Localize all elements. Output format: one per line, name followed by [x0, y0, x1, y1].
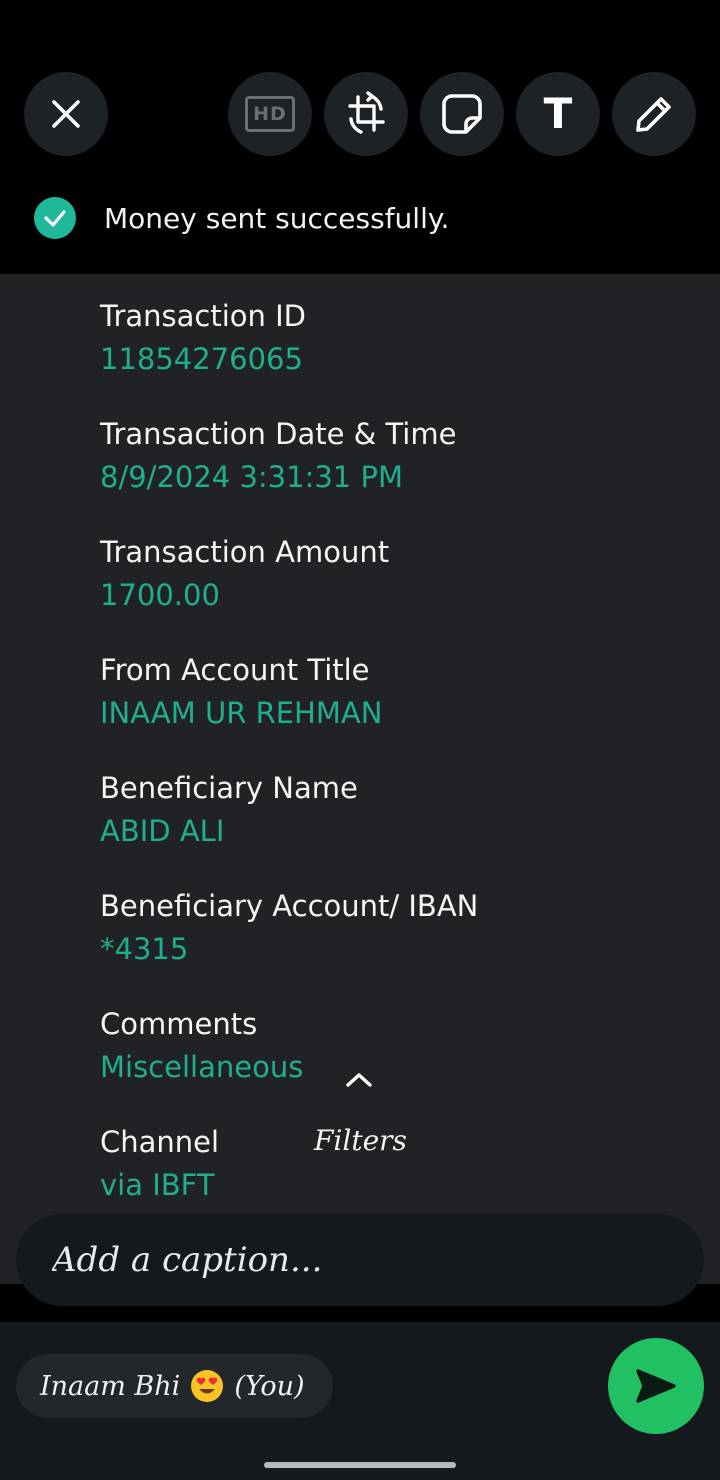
field-from-account-title: From Account Title INAAM UR REHMAN — [100, 650, 382, 733]
media-editor-toolbar: HD T — [0, 72, 720, 156]
field-value: via IBFT — [100, 1168, 215, 1202]
field-label: Beneficiary Account/ IBAN — [100, 889, 479, 923]
draw-button[interactable] — [612, 72, 696, 156]
field-value: 11854276065 — [100, 342, 303, 376]
field-label: Transaction Amount — [100, 535, 390, 569]
sticker-button[interactable] — [420, 72, 504, 156]
field-value: Miscellaneous — [100, 1050, 304, 1084]
hd-quality-button[interactable]: HD — [228, 72, 312, 156]
filters-label[interactable]: Filters — [314, 1124, 407, 1157]
field-transaction-id: Transaction ID 11854276065 — [100, 296, 306, 379]
home-indicator[interactable] — [264, 1462, 456, 1468]
field-transaction-amount: Transaction Amount 1700.00 — [100, 532, 389, 615]
filters-chevron-up-icon[interactable] — [344, 1070, 374, 1094]
crop-rotate-button[interactable] — [324, 72, 408, 156]
success-banner: Money sent successfully. — [34, 196, 449, 240]
field-beneficiary-name: Beneficiary Name ABID ALI — [100, 768, 358, 851]
field-beneficiary-account: Beneficiary Account/ IBAN *4315 — [100, 886, 478, 969]
field-value: ABID ALI — [100, 814, 225, 848]
field-label: Transaction ID — [100, 299, 307, 333]
send-button[interactable] — [608, 1338, 704, 1434]
field-comments: Comments Miscellaneous — [100, 1004, 303, 1087]
text-tool-button[interactable]: T — [516, 72, 600, 156]
text-icon: T — [543, 89, 573, 138]
field-label: Beneficiary Name — [100, 771, 358, 805]
success-message: Money sent successfully. — [104, 201, 450, 235]
send-area: Inaam Bhi (You) — [0, 1322, 720, 1480]
recipient-name: Inaam Bhi — [40, 1370, 181, 1402]
recipient-you-suffix: (You) — [234, 1370, 305, 1402]
send-icon — [636, 1369, 676, 1403]
field-value: 1700.00 — [100, 578, 220, 612]
close-icon — [52, 100, 80, 128]
sticker-icon — [442, 94, 482, 134]
field-value: *4315 — [100, 932, 189, 966]
recipient-chip[interactable]: Inaam Bhi (You) — [16, 1354, 333, 1418]
field-label: Transaction Date & Time — [100, 417, 457, 451]
heart-eyes-emoji-icon — [190, 1369, 224, 1403]
field-value: INAAM UR REHMAN — [100, 696, 383, 730]
hd-icon: HD — [245, 96, 295, 132]
caption-bar — [16, 1214, 704, 1306]
field-label: From Account Title — [100, 653, 370, 687]
field-transaction-datetime: Transaction Date & Time 8/9/2024 3:31:31… — [100, 414, 456, 497]
field-channel: Channel via IBFT — [100, 1122, 219, 1205]
caption-input[interactable] — [50, 1239, 654, 1281]
field-value: 8/9/2024 3:31:31 PM — [100, 460, 403, 494]
crop-rotate-icon — [348, 91, 385, 134]
pencil-icon — [636, 97, 671, 132]
field-label: Comments — [100, 1007, 258, 1041]
check-circle-icon — [34, 197, 76, 239]
close-button[interactable] — [24, 72, 108, 156]
field-label: Channel — [100, 1125, 220, 1159]
